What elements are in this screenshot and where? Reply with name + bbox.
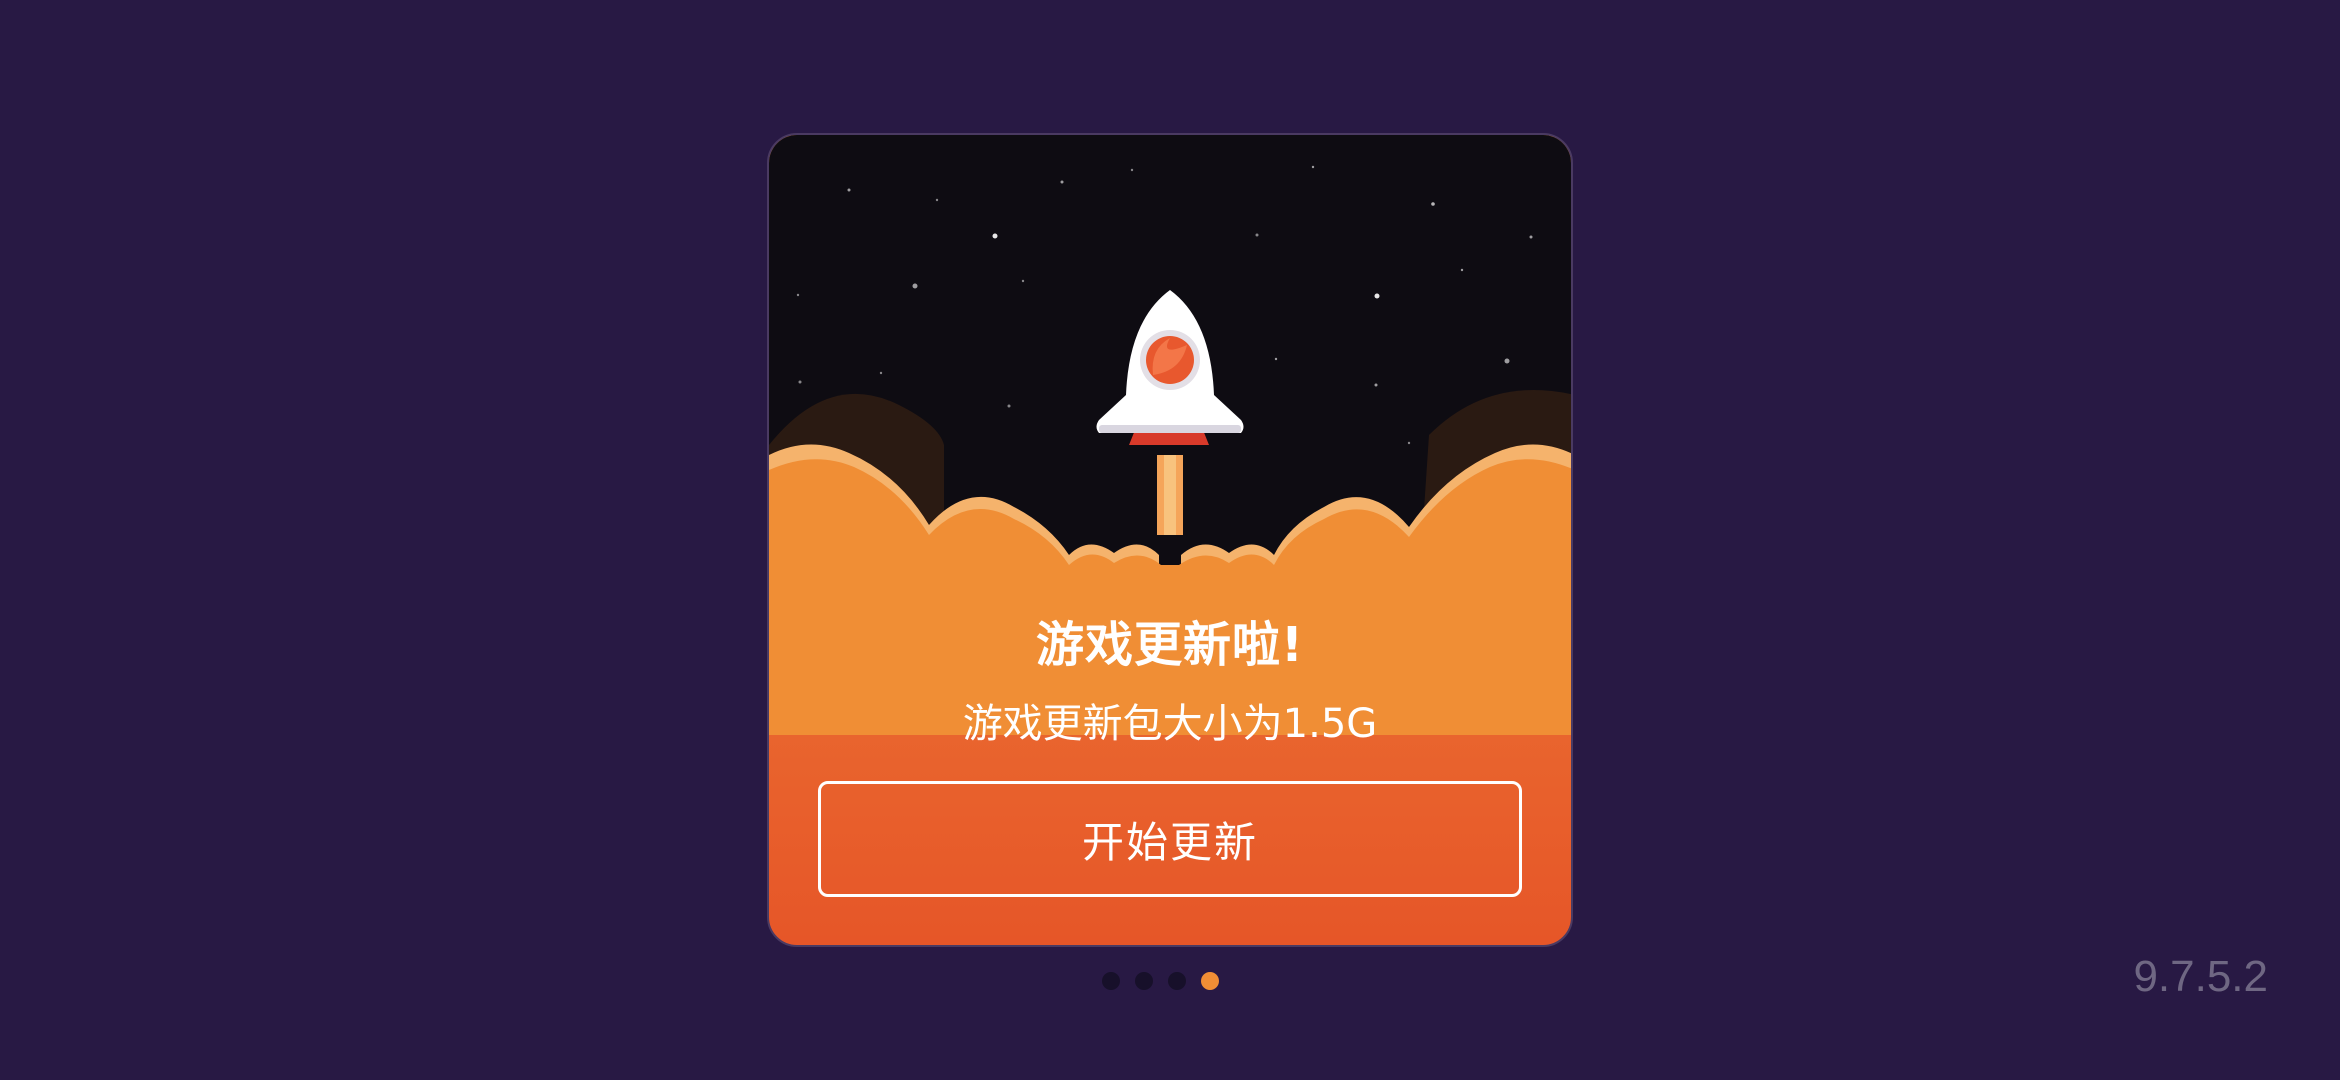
dialog-title: 游戏更新啦! <box>1036 617 1304 673</box>
version-label: 9.7.5.2 <box>2133 952 2268 1001</box>
page-indicator <box>1102 972 1219 990</box>
page-dot-active <box>1201 972 1219 990</box>
page-dot <box>1168 972 1186 990</box>
page-dot <box>1135 972 1153 990</box>
update-size-text: 游戏更新包大小为1.5G <box>962 701 1378 747</box>
page-dot <box>1102 972 1120 990</box>
start-update-button[interactable]: 开始更新 <box>818 781 1522 897</box>
update-dialog: 游戏更新啦! 游戏更新包大小为1.5G 开始更新 <box>767 133 1573 947</box>
update-screen: 游戏更新啦! 游戏更新包大小为1.5G 开始更新 9.7.5.2 <box>0 0 2340 1080</box>
